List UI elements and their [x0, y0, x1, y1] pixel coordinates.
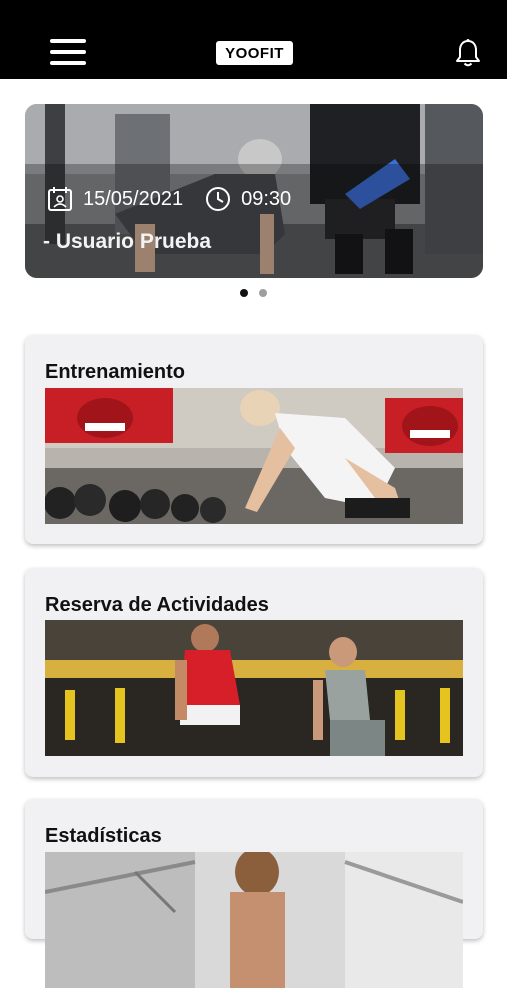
stairs-photo — [45, 852, 463, 988]
appointment-time: 09:30 — [241, 187, 292, 210]
card-title: Reserva de Actividades — [45, 594, 269, 616]
carousel-dot-2[interactable] — [259, 289, 267, 297]
appointment-user: - Usuario Prueba — [43, 230, 212, 253]
appointment-carousel-slide[interactable]: 15/05/2021 09:30 - Usuario Prueba — [25, 104, 483, 278]
card-title: Estadísticas — [45, 825, 162, 847]
bell-icon[interactable] — [454, 38, 482, 68]
card-estadisticas[interactable]: Estadísticas — [25, 799, 483, 988]
card-title: Entrenamiento — [45, 361, 186, 383]
card-reserva-actividades[interactable]: Reserva de Actividades — [25, 568, 483, 777]
card-entrenamiento[interactable]: Entrenamiento — [25, 335, 483, 544]
carousel-dot-1[interactable] — [240, 289, 248, 297]
calendar-icon — [48, 187, 72, 211]
training-photo — [45, 388, 463, 524]
top-bar: YOOFIT — [0, 0, 507, 79]
clock-icon — [206, 187, 231, 211]
hamburger-menu-icon[interactable] — [50, 39, 86, 66]
carousel-indicator — [0, 289, 507, 297]
appointment-info: 15/05/2021 09:30 — [47, 186, 291, 212]
spinning-class-photo — [45, 620, 463, 756]
appointment-date: 15/05/2021 — [83, 187, 184, 210]
app-logo: YOOFIT — [216, 41, 293, 65]
